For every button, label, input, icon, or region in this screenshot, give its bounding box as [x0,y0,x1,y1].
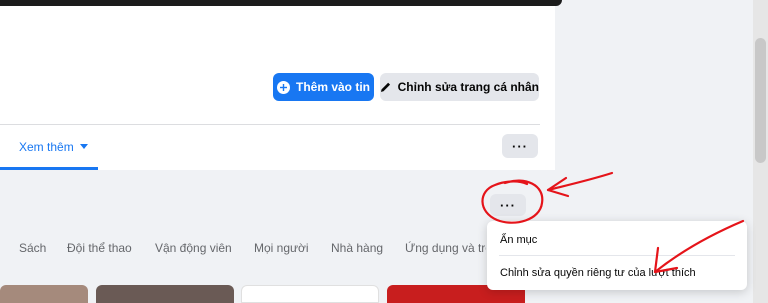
profile-more-button[interactable]: ··· [502,134,538,158]
category-tab-athletes[interactable]: Vận động viên [155,241,232,255]
category-tab-restaurants[interactable]: Nhà hàng [331,241,383,255]
add-to-story-button[interactable]: Thêm vào tin [273,73,374,101]
category-tab-apps-games[interactable]: Ứng dụng và trò [405,241,486,255]
tab-see-more-label: Xem thêm [19,140,74,154]
menu-item-hide-section[interactable]: Ẩn mục [500,234,537,246]
annotation-arrow-top [546,171,614,192]
pencil-icon [380,82,391,92]
plus-circle-icon [276,80,290,94]
edit-profile-label: Chỉnh sửa trang cá nhân [397,80,539,94]
category-tab-sports-teams[interactable]: Đội thể thao [67,241,132,255]
category-tab-books[interactable]: Sách [19,241,46,255]
active-tab-indicator [0,167,98,170]
tab-see-more[interactable]: Xem thêm [19,140,88,154]
likes-category-tabs: Sách Đội thể thao Vận động viên Mọi ngườ… [0,241,486,261]
liked-page-thumbnail[interactable] [241,285,379,303]
tabs-divider [0,124,540,125]
likes-more-button[interactable]: ··· [490,194,526,216]
liked-page-thumbnail[interactable] [96,285,234,303]
menu-divider [499,255,735,256]
annotation-arrow-top-head [546,176,570,198]
liked-page-thumbnail[interactable] [0,285,88,303]
caret-down-icon [79,144,88,149]
category-tab-people[interactable]: Mọi người [254,241,309,255]
edit-profile-button[interactable]: Chỉnh sửa trang cá nhân [380,73,539,101]
scrollbar-thumb[interactable] [755,38,766,163]
menu-item-edit-likes-privacy[interactable]: Chỉnh sửa quyền riêng tư của lượt thích [500,267,696,279]
add-to-story-label: Thêm vào tin [295,80,370,94]
likes-options-dropdown: Ẩn mục Chỉnh sửa quyền riêng tư của lượt… [487,221,747,290]
